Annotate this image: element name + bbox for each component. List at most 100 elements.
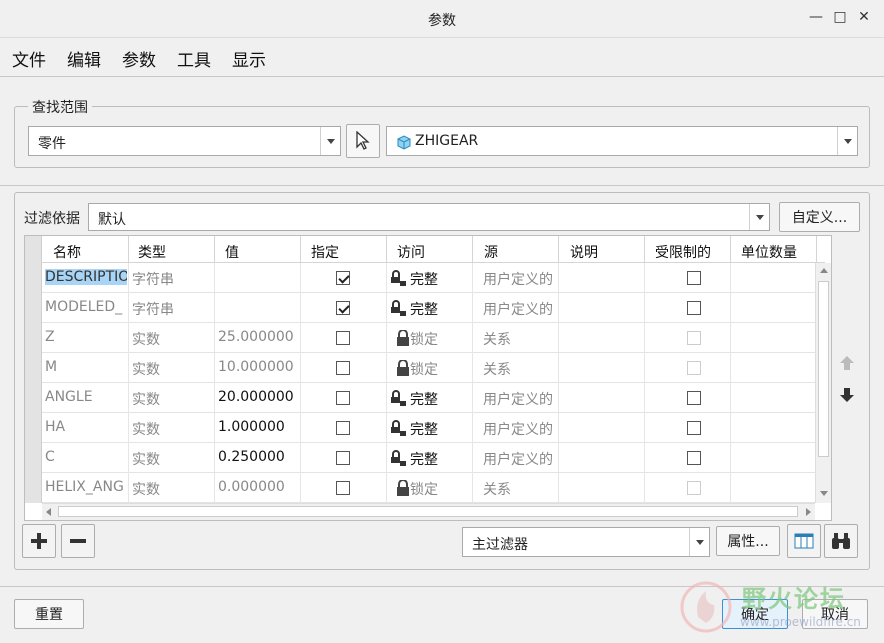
vertical-scrollbar[interactable] [815,263,831,503]
param-value[interactable]: 10.000000 [218,359,294,375]
model-select[interactable]: ZHIGEAR [386,126,858,156]
param-access[interactable]: 锁定 [410,359,438,379]
param-name[interactable]: HA [45,419,127,435]
col-header-access[interactable]: 访问 [397,242,425,262]
scroll-left-icon[interactable] [46,508,51,516]
param-access[interactable]: 完整 [410,389,438,409]
param-value[interactable]: 0.000000 [218,479,285,495]
param-name[interactable]: C [45,449,127,465]
add-parameter-button[interactable] [22,524,56,558]
designated-checkbox[interactable] [336,391,350,405]
param-access[interactable]: 锁定 [410,479,438,499]
table-row[interactable]: HA 实数 1.000000 完整 用户定义的 [42,413,815,443]
restricted-checkbox[interactable] [687,301,701,315]
column-divider [386,263,387,503]
properties-button[interactable]: 属性... [716,526,780,556]
param-name[interactable]: HELIX_ANG [45,479,127,495]
param-access[interactable]: 锁定 [410,329,438,349]
param-source: 用户定义的 [483,272,553,288]
scroll-up-icon[interactable] [820,268,828,273]
filter-label: 过滤依据 [24,211,80,227]
designated-checkbox[interactable] [336,451,350,465]
scope-type-select[interactable]: 零件 [28,126,341,156]
designated-checkbox[interactable] [336,331,350,345]
param-value[interactable]: 1.000000 [218,419,285,435]
move-up-icon[interactable] [838,354,856,372]
remove-parameter-button[interactable] [61,524,95,558]
unlock-icon [391,300,406,316]
param-access[interactable]: 完整 [410,419,438,439]
col-header-value[interactable]: 值 [225,242,239,262]
param-name[interactable]: MODELED_ [45,299,127,315]
table-row[interactable]: M 实数 10.000000 锁定 关系 [42,353,815,383]
column-divider [472,263,473,503]
scroll-thumb[interactable] [818,281,829,457]
designated-checkbox[interactable] [336,271,350,285]
table-columns-button[interactable] [787,524,821,558]
param-type: 实数 [132,332,160,348]
maximize-icon[interactable]: □ [830,9,850,25]
select-pointer-button[interactable] [346,124,380,158]
close-icon[interactable]: ✕ [854,9,874,25]
param-type: 实数 [132,452,160,468]
table-header: 名称 类型 值 指定 访问 源 说明 受限制的 单位数量 [25,236,825,263]
part-cube-icon [397,135,411,150]
table-row[interactable]: DESCRIPTIO 字符串 完整 用户定义的 [42,263,815,293]
scroll-down-icon[interactable] [820,491,828,496]
column-divider [300,263,301,503]
designated-checkbox[interactable] [336,301,350,315]
main-filter-select[interactable]: 主过滤器 [462,527,710,557]
restricted-checkbox[interactable] [687,451,701,465]
hscroll-thumb[interactable] [58,506,798,517]
col-header-designated[interactable]: 指定 [311,242,339,262]
designated-checkbox[interactable] [336,421,350,435]
customize-button[interactable]: 自定义... [779,202,860,232]
col-header-description[interactable]: 说明 [570,242,598,262]
menu-display[interactable]: 显示 [232,46,266,71]
col-header-name[interactable]: 名称 [53,242,81,262]
table-row[interactable]: HELIX_ANG 实数 0.000000 锁定 关系 [42,473,815,503]
menu-tools[interactable]: 工具 [177,46,211,71]
col-header-type[interactable]: 类型 [138,242,166,262]
param-source: 关系 [483,482,511,498]
horizontal-scrollbar[interactable] [42,503,815,520]
col-header-source[interactable]: 源 [484,242,498,262]
param-name[interactable]: Z [45,329,127,345]
designated-checkbox[interactable] [336,481,350,495]
param-name[interactable]: ANGLE [45,389,127,405]
filter-select[interactable]: 默认 [88,203,770,231]
table-row[interactable]: ANGLE 实数 20.000000 完整 用户定义的 [42,383,815,413]
restricted-checkbox[interactable] [687,391,701,405]
restricted-checkbox [687,361,701,375]
param-value[interactable]: 20.000000 [218,389,294,405]
reset-button[interactable]: 重置 [14,599,84,629]
param-access[interactable]: 完整 [410,269,438,289]
scope-type-value: 零件 [38,136,66,152]
param-source: 用户定义的 [483,422,553,438]
param-name[interactable]: DESCRIPTIO [45,269,127,285]
designated-checkbox[interactable] [336,361,350,375]
col-header-unit-quantity[interactable]: 单位数量 [741,242,797,262]
restricted-checkbox[interactable] [687,421,701,435]
restricted-checkbox [687,481,701,495]
table-row[interactable]: MODELED_ 字符串 完整 用户定义的 [42,293,815,323]
menu-parameters[interactable]: 参数 [122,46,156,71]
param-name[interactable]: M [45,359,127,375]
param-access[interactable]: 完整 [410,299,438,319]
scroll-right-icon[interactable] [806,508,811,516]
param-value[interactable]: 25.000000 [218,329,294,345]
minimize-icon[interactable]: — [806,9,826,25]
param-access[interactable]: 完整 [410,449,438,469]
column-divider [644,263,645,503]
col-header-restricted[interactable]: 受限制的 [655,242,711,262]
menu-edit[interactable]: 编辑 [67,46,101,71]
param-value[interactable]: 0.250000 [218,449,285,465]
param-type: 实数 [132,392,160,408]
move-down-icon[interactable] [838,386,856,404]
parameters-table: 名称 类型 值 指定 访问 源 说明 受限制的 单位数量 DESCRIPTIO 字… [24,235,832,521]
menu-file[interactable]: 文件 [12,46,46,71]
table-row[interactable]: Z 实数 25.000000 锁定 关系 [42,323,815,353]
restricted-checkbox[interactable] [687,271,701,285]
table-row[interactable]: C 实数 0.250000 完整 用户定义的 [42,443,815,473]
search-binoculars-button[interactable] [824,524,858,558]
